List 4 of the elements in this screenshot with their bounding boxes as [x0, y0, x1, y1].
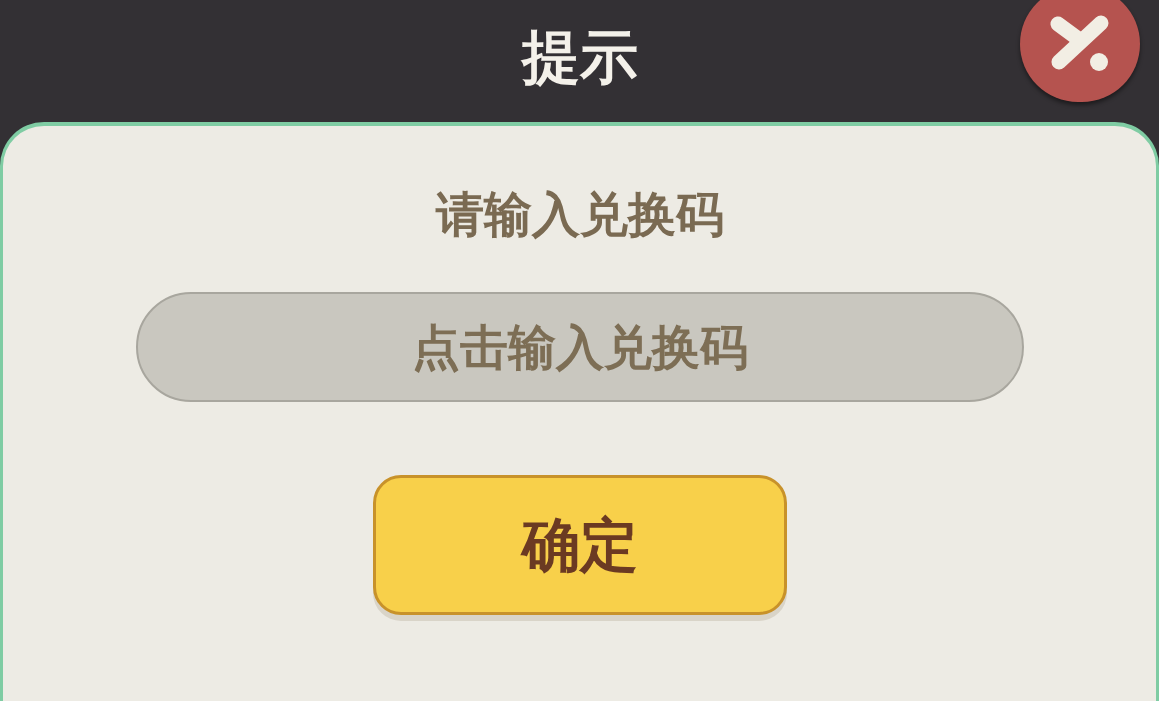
code-field[interactable]: 点击输入兑换码 — [135, 292, 1024, 402]
close-icon — [1049, 14, 1111, 74]
dialog-title: 提示 — [521, 28, 638, 86]
prompt-text: 请输入兑换码 — [435, 190, 724, 238]
